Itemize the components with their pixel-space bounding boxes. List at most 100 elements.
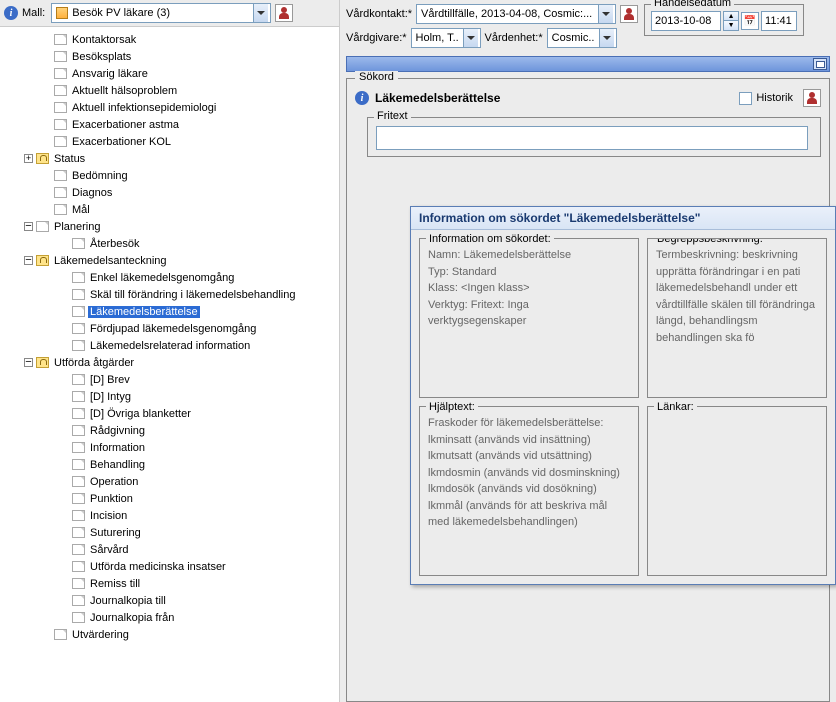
restore-button[interactable] xyxy=(813,58,827,70)
mall-dropdown[interactable]: Besök PV läkare (3) xyxy=(51,3,271,23)
chevron-down-icon[interactable] xyxy=(463,29,478,47)
tree-toggle[interactable] xyxy=(24,154,33,163)
tree-item[interactable]: Sårvård xyxy=(6,541,339,558)
time-input[interactable]: 11:41 xyxy=(761,11,797,31)
tree-item[interactable]: Utförda åtgärder xyxy=(6,354,339,371)
tree-item[interactable]: Suturering xyxy=(6,524,339,541)
document-icon xyxy=(54,34,67,45)
tree-item-label: Exacerbationer KOL xyxy=(70,136,173,148)
vardenhet-dropdown[interactable]: Cosmic... xyxy=(547,28,617,48)
lock-icon xyxy=(36,153,49,164)
tree-item[interactable]: [D] Övriga blanketter xyxy=(6,405,339,422)
section-legend: Länkar: xyxy=(654,399,697,416)
tree-item-label: Utförda åtgärder xyxy=(52,357,136,369)
info-icon[interactable]: i xyxy=(4,6,18,20)
tree-item[interactable]: Mål xyxy=(6,201,339,218)
info-icon[interactable]: i xyxy=(355,91,369,105)
document-icon xyxy=(54,85,67,96)
document-icon xyxy=(72,391,85,402)
vardgivare-dropdown[interactable]: Holm, T... xyxy=(411,28,481,48)
chevron-down-icon[interactable] xyxy=(599,29,614,47)
info-line: Klass: <Ingen klass> xyxy=(428,280,630,297)
popup-section-lankar: Länkar: xyxy=(647,406,827,576)
tree-item[interactable]: Information xyxy=(6,439,339,456)
document-icon xyxy=(72,374,85,385)
tree-item[interactable]: Besöksplats xyxy=(6,48,339,65)
keyword-tree[interactable]: KontaktorsakBesöksplatsAnsvarig läkare Ak… xyxy=(0,27,339,702)
fritext-legend: Fritext xyxy=(374,110,411,122)
person-icon[interactable] xyxy=(803,89,821,107)
tree-item[interactable]: Planering xyxy=(6,218,339,235)
tree-item[interactable]: Journalkopia till xyxy=(6,592,339,609)
tree-item[interactable]: Bedömning xyxy=(6,167,339,184)
vardgivare-label: Vårdgivare:* xyxy=(346,32,407,44)
tree-item-label: Aktuellt hälsoproblem xyxy=(70,85,179,97)
tree-item[interactable]: [D] Brev xyxy=(6,371,339,388)
date-input[interactable]: 2013-10-08 xyxy=(651,11,721,31)
tree-item[interactable]: Fördjupad läkemedelsgenomgång xyxy=(6,320,339,337)
popup-section-hjalp: Hjälptext: Fraskoder för läkemedelsberät… xyxy=(419,406,639,576)
tree-toggle[interactable] xyxy=(24,358,33,367)
document-icon xyxy=(72,340,85,351)
tree-item[interactable]: Ansvarig läkare xyxy=(6,65,339,82)
tree-item[interactable]: Utförda medicinska insatser xyxy=(6,558,339,575)
section-legend: Hjälptext: xyxy=(426,399,478,416)
tree-item[interactable]: Aktuell infektionsepidemiologi xyxy=(6,99,339,116)
person-icon[interactable] xyxy=(275,4,293,22)
tree-item[interactable]: Kontaktorsak xyxy=(6,31,339,48)
tree-item[interactable]: Läkemedelsrelaterad information xyxy=(6,337,339,354)
popup-section-begrepp: Begreppsbeskrivning: Termbeskrivning: be… xyxy=(647,238,827,398)
section-legend: Begreppsbeskrivning: xyxy=(654,238,766,248)
tree-item[interactable]: Läkemedelsanteckning xyxy=(6,252,339,269)
document-icon xyxy=(72,289,85,300)
tree-item[interactable]: [D] Intyg xyxy=(6,388,339,405)
tree-item[interactable]: Rådgivning xyxy=(6,422,339,439)
document-icon xyxy=(54,136,67,147)
tree-toggle[interactable] xyxy=(24,222,33,231)
tree-item-label: Journalkopia till xyxy=(88,595,168,607)
tree-item[interactable]: Status xyxy=(6,150,339,167)
vardenhet-label: Vårdenhet:* xyxy=(485,32,543,44)
fritext-input[interactable] xyxy=(376,126,808,150)
tree-item[interactable]: Diagnos xyxy=(6,184,339,201)
document-icon xyxy=(72,408,85,419)
tree-item-label: Operation xyxy=(88,476,140,488)
tree-item-label: Återbesök xyxy=(88,238,142,250)
document-icon xyxy=(54,119,67,130)
tree-item[interactable]: Remiss till xyxy=(6,575,339,592)
chevron-down-icon[interactable] xyxy=(253,4,268,22)
tree-item[interactable]: Incision xyxy=(6,507,339,524)
chevron-down-icon[interactable] xyxy=(598,5,613,23)
popup-section-info: Information om sökordet: Namn: Läkemedel… xyxy=(419,238,639,398)
tree-item[interactable]: Exacerbationer KOL xyxy=(6,133,339,150)
historik-checkbox[interactable] xyxy=(739,92,752,105)
tree-item-label: Skäl till förändring i läkemedelsbehandl… xyxy=(88,289,297,301)
tree-item[interactable]: Operation xyxy=(6,473,339,490)
tree-item[interactable]: Skäl till förändring i läkemedelsbehandl… xyxy=(6,286,339,303)
spinner-up[interactable]: ▲ xyxy=(724,12,738,21)
tree-item[interactable]: Utvärdering xyxy=(6,626,339,643)
person-icon[interactable] xyxy=(620,5,638,23)
vardkontakt-dropdown[interactable]: Vårdtillfälle, 2013-04-08, Cosmic:... xyxy=(416,4,616,24)
date-spinner[interactable]: ▲ ▼ xyxy=(723,11,739,31)
tree-item[interactable]: Exacerbationer astma xyxy=(6,116,339,133)
tree-item[interactable]: Journalkopia från xyxy=(6,609,339,626)
info-line: Typ: Standard xyxy=(428,264,630,281)
tree-item[interactable]: Enkel läkemedelsgenomgång xyxy=(6,269,339,286)
mall-label: Mall: xyxy=(22,7,45,19)
handelsedatum-legend: Händelsedatum xyxy=(651,0,734,9)
tree-item[interactable]: Återbesök xyxy=(6,235,339,252)
document-icon xyxy=(54,629,67,640)
tree-item-label: Suturering xyxy=(88,527,143,539)
lock-icon xyxy=(36,357,49,368)
document-icon xyxy=(54,170,67,181)
spinner-down[interactable]: ▼ xyxy=(724,21,738,30)
tree-item-label: Enkel läkemedelsgenomgång xyxy=(88,272,236,284)
handelsedatum-fieldset: Händelsedatum 2013-10-08 ▲ ▼ 11:41 xyxy=(644,4,804,36)
tree-item[interactable]: Behandling xyxy=(6,456,339,473)
tree-toggle[interactable] xyxy=(24,256,33,265)
tree-item[interactable]: Aktuellt hälsoproblem xyxy=(6,82,339,99)
calendar-icon[interactable] xyxy=(741,12,759,30)
tree-item[interactable]: Punktion xyxy=(6,490,339,507)
tree-item[interactable]: Läkemedelsberättelse xyxy=(6,303,339,320)
